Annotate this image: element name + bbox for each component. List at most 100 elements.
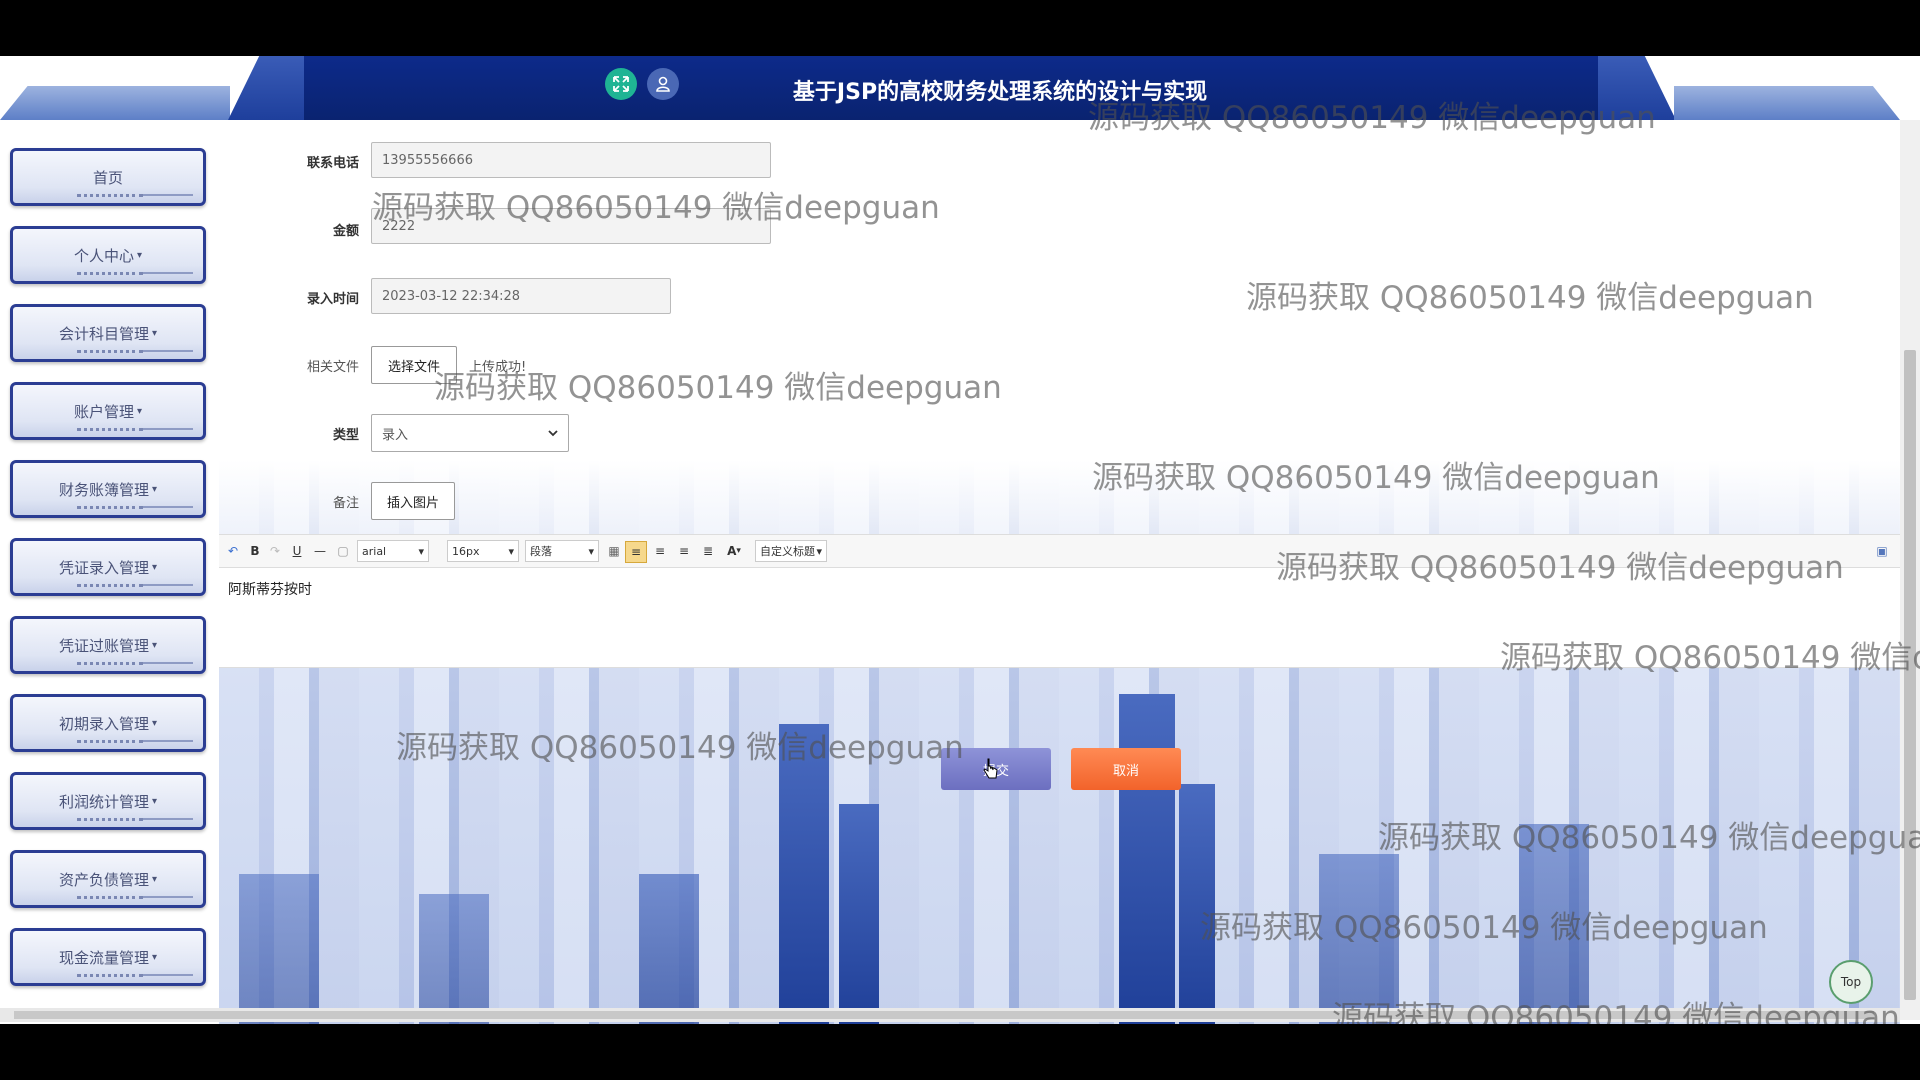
decorative-dots: [77, 428, 143, 431]
fullscreen-button[interactable]: [605, 68, 637, 100]
sidebar-item-label: 资产负债管理: [58, 870, 149, 889]
sidebar-item[interactable]: 现金流量管理 ▾: [10, 928, 206, 986]
remark-label: 备注: [332, 496, 359, 511]
upload-status: 上传成功!: [469, 360, 527, 375]
horizontal-rule-icon[interactable]: —: [311, 541, 329, 561]
amount-input[interactable]: 2222: [371, 208, 771, 244]
background-building: [419, 894, 489, 1024]
sidebar-item[interactable]: 利润统计管理 ▾: [10, 772, 206, 830]
sidebar-item[interactable]: 首页: [10, 148, 206, 206]
cancel-button[interactable]: 取消: [1071, 748, 1181, 790]
fullscreen-icon: [613, 76, 629, 92]
undo-icon[interactable]: ↶: [225, 541, 241, 561]
font-color-button[interactable]: A ▾: [723, 541, 745, 561]
caret-down-icon: ▾: [151, 327, 158, 339]
horizontal-scrollbar-thumb[interactable]: [14, 1011, 1874, 1019]
entry-time-label: 录入时间: [306, 292, 359, 307]
horizontal-scrollbar[interactable]: [0, 1008, 1900, 1022]
user-button[interactable]: [647, 68, 679, 100]
sidebar-item-label: 首页: [92, 168, 123, 187]
font-family-value: arial: [362, 544, 387, 558]
background-building: [1519, 824, 1589, 1024]
background-building: [1319, 854, 1399, 1024]
phone-input[interactable]: 13955556666: [371, 142, 771, 178]
sidebar-item[interactable]: 财务账簿管理 ▾: [10, 460, 206, 518]
font-family-select[interactable]: arial ▾: [357, 540, 429, 562]
header-decoration: [228, 56, 306, 120]
editor-toolbar: ↶ B ↷ U — ▢ arial ▾ 16px ▾ 段落 ▾ ▦ ≡ ≡ ≡ ≣ A…: [219, 535, 1900, 568]
underline-button[interactable]: U: [289, 541, 305, 561]
mouse-cursor-icon: [983, 758, 998, 779]
page: 基于JSP的高校财务处理系统的设计与实现 首页 个人中心 ▾ 会计科目管理 ▾ 账户管理 ▾…: [0, 56, 1920, 1024]
font-size-select[interactable]: 16px ▾: [447, 540, 519, 562]
sidebar-item[interactable]: 会计科目管理 ▾: [10, 304, 206, 362]
align-left-icon[interactable]: ≡: [625, 541, 647, 563]
chevron-down-icon: [548, 430, 558, 437]
decorative-line: [143, 740, 193, 742]
decorative-dots: [77, 896, 143, 899]
align-justify-icon[interactable]: ≣: [699, 541, 717, 561]
type-select[interactable]: 录入: [371, 414, 569, 452]
letterbox-bottom: [0, 1024, 1920, 1080]
fullscreen-editor-icon[interactable]: ▣: [1873, 541, 1891, 561]
background-building: [1119, 694, 1175, 1024]
redo-icon[interactable]: ↷: [267, 541, 283, 561]
sidebar-item[interactable]: 资产负债管理 ▾: [10, 850, 206, 908]
sidebar-item[interactable]: 初期录入管理 ▾: [10, 694, 206, 752]
decorative-dots: [77, 506, 143, 509]
vertical-scrollbar-thumb[interactable]: [1904, 350, 1916, 1000]
caret-down-icon: ▾: [151, 717, 158, 729]
font-size-value: 16px: [452, 544, 480, 558]
main-content: 联系电话 13955556666 金额 2222 录入时间 2023-03-12…: [219, 120, 1900, 1024]
app-title: 基于JSP的高校财务处理系统的设计与实现: [792, 80, 1208, 105]
caret-down-icon: ▾: [151, 639, 158, 651]
paragraph-select[interactable]: 段落 ▾: [525, 540, 599, 562]
rich-text-editor: ↶ B ↷ U — ▢ arial ▾ 16px ▾ 段落 ▾ ▦ ≡ ≡ ≡ ≣ A…: [219, 534, 1900, 668]
decorative-line: [143, 662, 193, 664]
decorative-dots: [77, 818, 143, 821]
background-building: [239, 874, 319, 1024]
caret-down-icon: ▾: [151, 951, 158, 963]
caret-down-icon: ▾: [136, 405, 143, 417]
align-center-icon[interactable]: ≡: [651, 541, 669, 561]
decorative-line: [143, 194, 193, 196]
decorative-line: [143, 506, 193, 508]
bold-button[interactable]: B: [247, 541, 263, 561]
page-icon[interactable]: ▢: [335, 541, 351, 561]
sidebar-item[interactable]: 凭证录入管理 ▾: [10, 538, 206, 596]
header-decoration: [1674, 86, 1900, 120]
sidebar-item-label: 会计科目管理: [58, 324, 149, 343]
sidebar-item-label: 现金流量管理: [58, 948, 149, 967]
table-icon[interactable]: ▦: [605, 541, 623, 561]
decorative-line: [143, 584, 193, 586]
decorative-line: [143, 818, 193, 820]
align-right-icon[interactable]: ≡: [675, 541, 693, 561]
decorative-line: [143, 428, 193, 430]
caret-down-icon: ▾: [508, 544, 514, 558]
vertical-scrollbar[interactable]: [1900, 120, 1920, 1020]
sidebar-item[interactable]: 个人中心 ▾: [10, 226, 206, 284]
sidebar-item[interactable]: 凭证过账管理 ▾: [10, 616, 206, 674]
custom-title-value: 自定义标题: [760, 545, 815, 558]
sidebar-item[interactable]: 账户管理 ▾: [10, 382, 206, 440]
sidebar-item-label: 个人中心: [73, 246, 134, 265]
decorative-line: [143, 272, 193, 274]
editor-content[interactable]: 阿斯蒂芬按时: [228, 579, 312, 599]
sidebar-item-label: 财务账簿管理: [58, 480, 149, 499]
caret-down-icon: ▾: [816, 544, 822, 558]
back-to-top-button[interactable]: Top: [1829, 960, 1873, 1004]
sidebar-item-label: 初期录入管理: [58, 714, 149, 733]
entry-time-input[interactable]: 2023-03-12 22:34:28: [371, 278, 671, 314]
sidebar: 首页 个人中心 ▾ 会计科目管理 ▾ 账户管理 ▾ 财务账簿管理 ▾ 凭证录入管理 ▾ 凭证过账管理 ▾…: [0, 120, 219, 1024]
decorative-dots: [77, 350, 143, 353]
custom-title-select[interactable]: 自定义标题 ▾: [755, 540, 827, 562]
amount-label: 金额: [332, 224, 359, 239]
decorative-dots: [77, 974, 143, 977]
caret-down-icon: ▾: [588, 544, 594, 558]
paragraph-value: 段落: [530, 545, 552, 558]
sidebar-item-label: 凭证过账管理: [58, 636, 149, 655]
caret-down-icon: ▾: [136, 249, 143, 261]
insert-image-button[interactable]: 插入图片: [371, 482, 455, 520]
choose-file-button[interactable]: 选择文件: [371, 346, 457, 384]
decorative-line: [143, 350, 193, 352]
